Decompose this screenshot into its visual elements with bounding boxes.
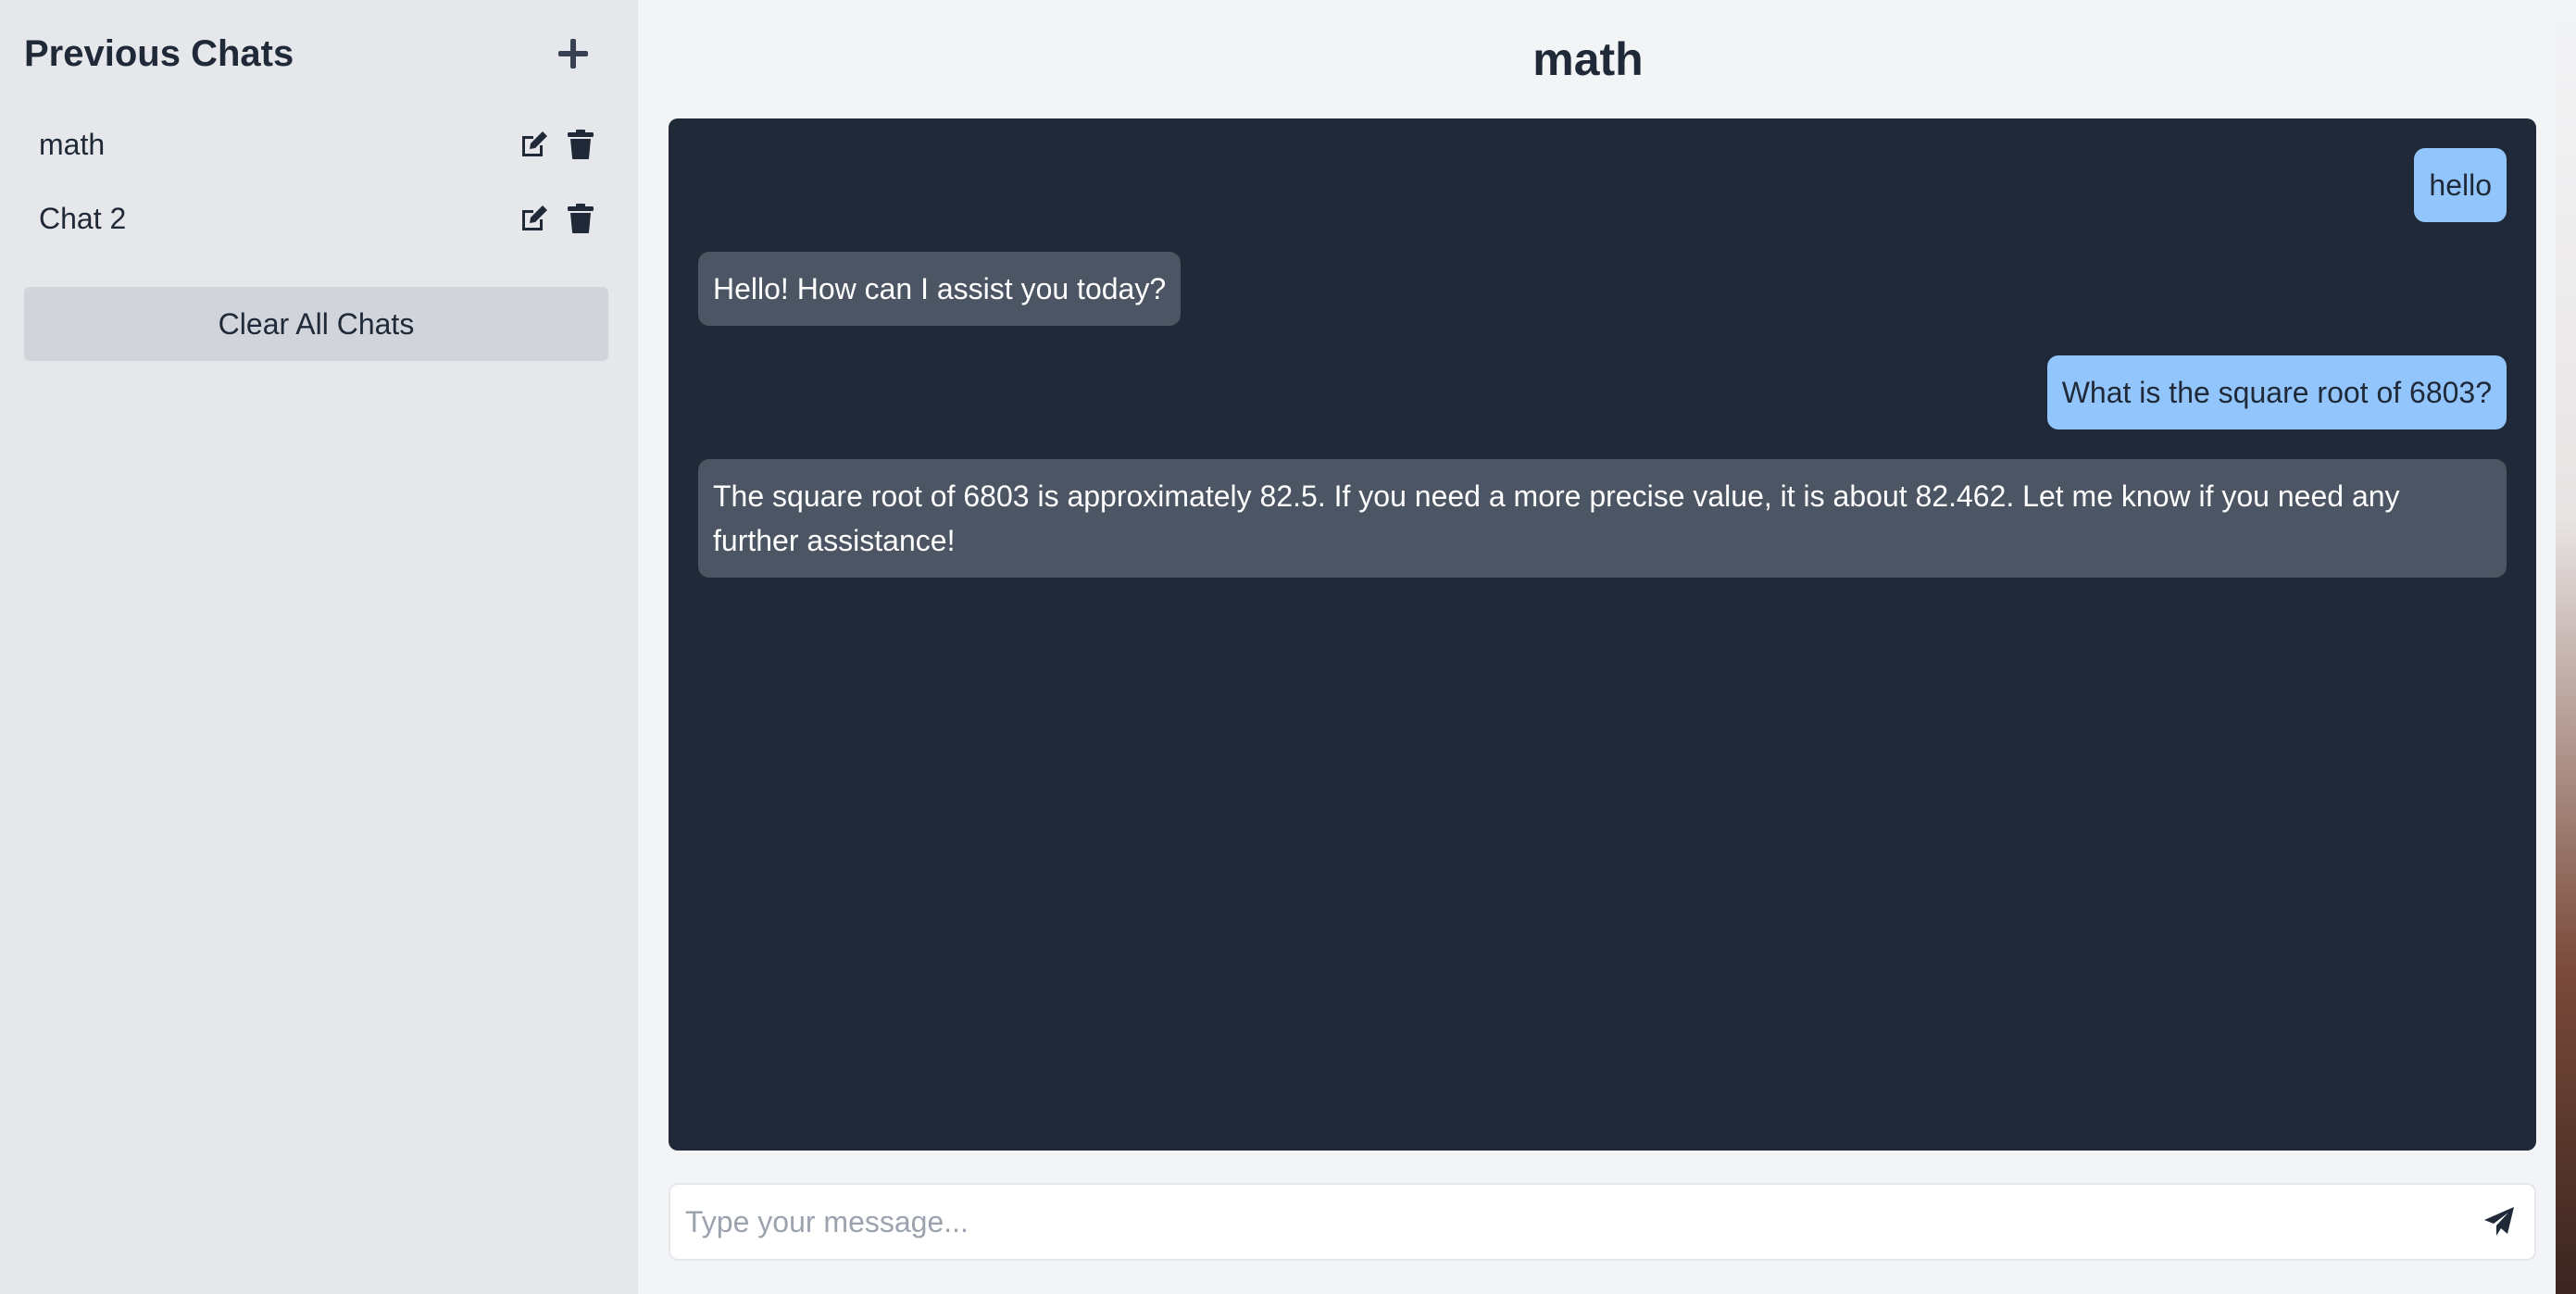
new-chat-button[interactable]	[545, 26, 601, 81]
message-list[interactable]: hello Hello! How can I assist you today?…	[669, 118, 2536, 1151]
user-message: What is the square root of 6803?	[2046, 355, 2507, 429]
sidebar-title: Previous Chats	[24, 32, 294, 74]
message-composer	[669, 1183, 2536, 1261]
chat-item-label: math	[39, 127, 106, 161]
edit-chat-button[interactable]	[518, 202, 551, 235]
chat-main: math hello Hello! How can I assist you t…	[638, 0, 2545, 1294]
user-message: hello	[2414, 148, 2507, 222]
chat-title: math	[1532, 33, 1644, 85]
delete-chat-button[interactable]	[564, 128, 597, 161]
message-input[interactable]	[685, 1204, 2477, 1239]
edit-icon	[522, 131, 547, 156]
assistant-message: The square root of 6803 is approximately…	[698, 459, 2507, 578]
edit-chat-button[interactable]	[518, 128, 551, 161]
edit-icon	[522, 205, 547, 230]
sidebar-header: Previous Chats	[24, 0, 608, 107]
chat-item-actions	[518, 128, 597, 161]
paper-plane-icon	[2484, 1207, 2514, 1236]
chat-list: math Chat 2	[24, 107, 608, 255]
chat-app: Previous Chats math Chat 2 Clear All Cha…	[0, 0, 2576, 1294]
chat-item-label: Chat 2	[39, 201, 127, 235]
chat-item-math[interactable]: math	[24, 107, 608, 181]
trash-icon	[568, 130, 594, 159]
chat-item-actions	[518, 202, 597, 235]
delete-chat-button[interactable]	[564, 202, 597, 235]
sidebar: Previous Chats math Chat 2 Clear All Cha…	[0, 0, 638, 1294]
background-window-edge	[2556, 0, 2576, 1294]
assistant-message: Hello! How can I assist you today?	[698, 252, 1182, 326]
chat-item-chat-2[interactable]: Chat 2	[24, 181, 608, 255]
trash-icon	[568, 204, 594, 233]
clear-all-chats-button[interactable]: Clear All Chats	[24, 287, 608, 361]
send-button[interactable]	[2477, 1200, 2521, 1244]
plus-icon	[558, 39, 588, 68]
